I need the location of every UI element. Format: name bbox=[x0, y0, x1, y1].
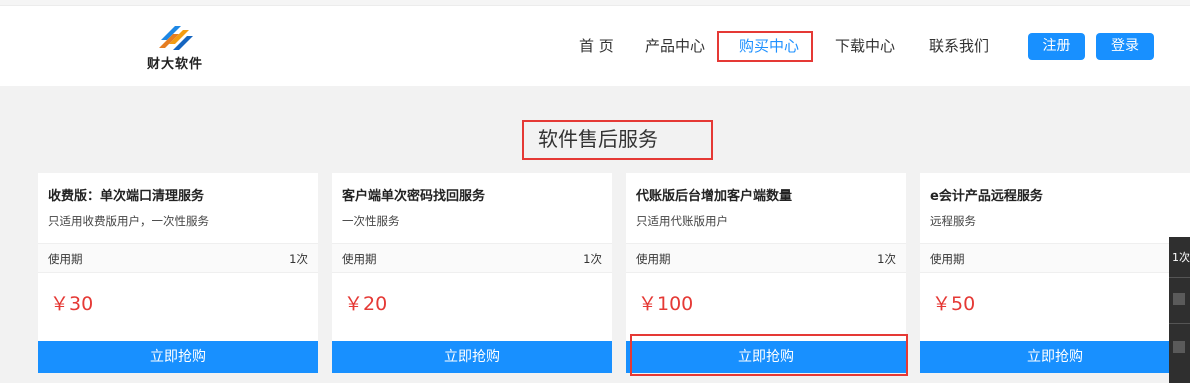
meta-label: 使用期 bbox=[342, 252, 377, 266]
side-panel-icon[interactable] bbox=[1173, 341, 1185, 353]
card-price: ￥20 bbox=[344, 293, 388, 315]
nav-products[interactable]: 产品中心 bbox=[645, 34, 705, 58]
brand-name: 财大软件 bbox=[146, 57, 203, 72]
login-button[interactable]: 登录 bbox=[1096, 33, 1154, 60]
meta-value: 1次 bbox=[289, 252, 308, 266]
card-desc: 只适用代账版用户 bbox=[636, 214, 728, 228]
side-panel-icon[interactable] bbox=[1173, 293, 1185, 305]
buy-button[interactable]: 立即抢购 bbox=[920, 341, 1190, 373]
card-desc: 一次性服务 bbox=[342, 214, 400, 228]
card-title: 客户端单次密码找回服务 bbox=[342, 189, 486, 204]
buy-button[interactable]: 立即抢购 bbox=[38, 341, 318, 373]
nav-home[interactable]: 首 页 bbox=[579, 34, 614, 58]
register-button[interactable]: 注册 bbox=[1028, 33, 1085, 60]
card-meta-row: 使用期 1次 bbox=[626, 243, 906, 273]
card-price: ￥50 bbox=[932, 293, 976, 315]
side-panel-text: 1次 bbox=[1172, 251, 1190, 264]
meta-label: 使用期 bbox=[636, 252, 671, 266]
card-desc: 只适用收费版用户，一次性服务 bbox=[48, 214, 209, 228]
product-card: 代账版后台增加客户端数量 只适用代账版用户 使用期 1次 ￥100 立即抢购 bbox=[626, 173, 906, 373]
logo-icon bbox=[159, 26, 193, 50]
card-meta-row: 使用期 1次 bbox=[38, 243, 318, 273]
nav-downloads[interactable]: 下载中心 bbox=[835, 34, 895, 58]
product-card: 客户端单次密码找回服务 一次性服务 使用期 1次 ￥20 立即抢购 bbox=[332, 173, 612, 373]
buy-button[interactable]: 立即抢购 bbox=[332, 341, 612, 373]
card-title: 收费版：单次端口清理服务 bbox=[48, 189, 205, 204]
card-title: 代账版后台增加客户端数量 bbox=[636, 189, 793, 204]
nav-highlight-box bbox=[717, 31, 813, 62]
nav-contact[interactable]: 联系我们 bbox=[929, 34, 989, 58]
meta-label: 使用期 bbox=[930, 252, 965, 266]
meta-value: 1次 bbox=[877, 252, 896, 266]
side-divider bbox=[1169, 323, 1190, 324]
card-meta-row: 使用期 1次 bbox=[920, 243, 1190, 273]
section-title: 软件售后服务 bbox=[522, 120, 713, 160]
buy-button[interactable]: 立即抢购 bbox=[626, 341, 906, 373]
card-title: e会计产品远程服务 bbox=[930, 189, 1043, 204]
card-desc: 远程服务 bbox=[930, 214, 976, 228]
brand-logo[interactable]: 财大软件 bbox=[140, 20, 210, 74]
card-price: ￥100 bbox=[638, 293, 694, 315]
side-divider bbox=[1169, 277, 1190, 278]
product-card: e会计产品远程服务 远程服务 使用期 1次 ￥50 立即抢购 bbox=[920, 173, 1190, 373]
side-float-panel[interactable]: 1次 bbox=[1169, 237, 1190, 383]
meta-label: 使用期 bbox=[48, 252, 83, 266]
card-meta-row: 使用期 1次 bbox=[332, 243, 612, 273]
site-header: 财大软件 首 页 产品中心 购买中心 下载中心 联系我们 注册 登录 bbox=[0, 6, 1190, 86]
product-card: 收费版：单次端口清理服务 只适用收费版用户，一次性服务 使用期 1次 ￥30 立… bbox=[38, 173, 318, 373]
meta-value: 1次 bbox=[583, 252, 602, 266]
card-price: ￥30 bbox=[50, 293, 94, 315]
